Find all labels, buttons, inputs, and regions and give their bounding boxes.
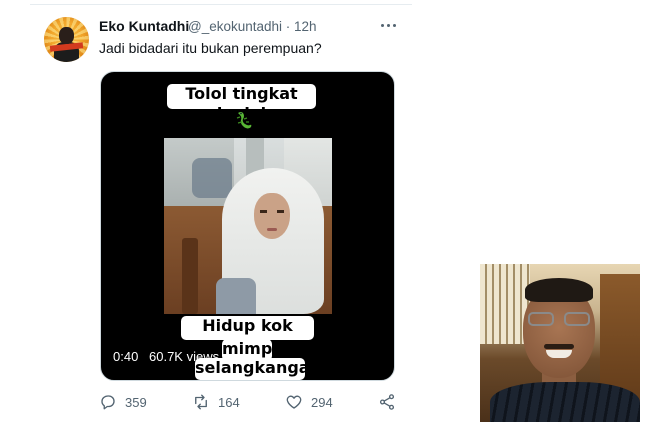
video-caption-bottom-2: mimpi bbox=[222, 339, 278, 361]
tweet-actions: 359 164 294 bbox=[99, 393, 399, 413]
retweet-icon bbox=[195, 394, 207, 410]
woman-face bbox=[254, 193, 290, 239]
woman-lips bbox=[267, 228, 277, 231]
more-options-button[interactable] bbox=[378, 15, 398, 35]
water-jug bbox=[192, 158, 232, 198]
glasses-lens bbox=[564, 312, 590, 326]
woman-sleeve bbox=[216, 278, 256, 314]
man-mustache bbox=[544, 344, 574, 349]
video-duration: 0:40 bbox=[113, 349, 139, 364]
like-count: 294 bbox=[311, 394, 333, 410]
user-display-name[interactable]: Eko Kuntadhi bbox=[99, 18, 189, 34]
video-caption-top: Tolol tingkat kadal bbox=[167, 84, 316, 123]
video-caption-bottom-1: Hidup kok cuma bbox=[181, 316, 314, 355]
man-shirt bbox=[490, 382, 640, 422]
glasses-lens bbox=[528, 312, 554, 326]
tweet-text: Jadi bidadari itu bukan perempuan? bbox=[99, 40, 322, 56]
user-handle-time[interactable]: @_ekokuntadhi · 12h bbox=[188, 19, 317, 34]
avatar-head bbox=[59, 27, 74, 44]
reply-icon bbox=[101, 395, 115, 410]
portrait-photo bbox=[480, 264, 640, 422]
more-dot bbox=[392, 23, 396, 27]
man-smile bbox=[546, 350, 572, 358]
video-frame bbox=[164, 138, 332, 314]
share-button[interactable] bbox=[378, 393, 396, 411]
retweet-count: 164 bbox=[218, 394, 240, 410]
woman-eyes bbox=[260, 210, 284, 213]
user-avatar[interactable] bbox=[44, 17, 89, 62]
reply-button[interactable]: 359 bbox=[99, 393, 147, 411]
man-glasses bbox=[528, 312, 590, 326]
reply-count: 359 bbox=[125, 394, 147, 410]
man-hair bbox=[525, 278, 593, 302]
retweet-button[interactable]: 164 bbox=[192, 393, 240, 411]
top-divider bbox=[30, 4, 412, 5]
wooden-chair bbox=[182, 238, 198, 314]
lizard-icon bbox=[236, 112, 252, 129]
video-views: 60.7K views bbox=[149, 349, 220, 364]
more-dot bbox=[386, 23, 390, 27]
more-dot bbox=[380, 23, 384, 27]
like-button[interactable]: 294 bbox=[285, 393, 333, 411]
heart-icon bbox=[286, 395, 302, 409]
share-icon bbox=[379, 394, 395, 410]
video-player[interactable]: Tolol tingkat kadal Hidup kok cuma selan… bbox=[100, 71, 395, 381]
